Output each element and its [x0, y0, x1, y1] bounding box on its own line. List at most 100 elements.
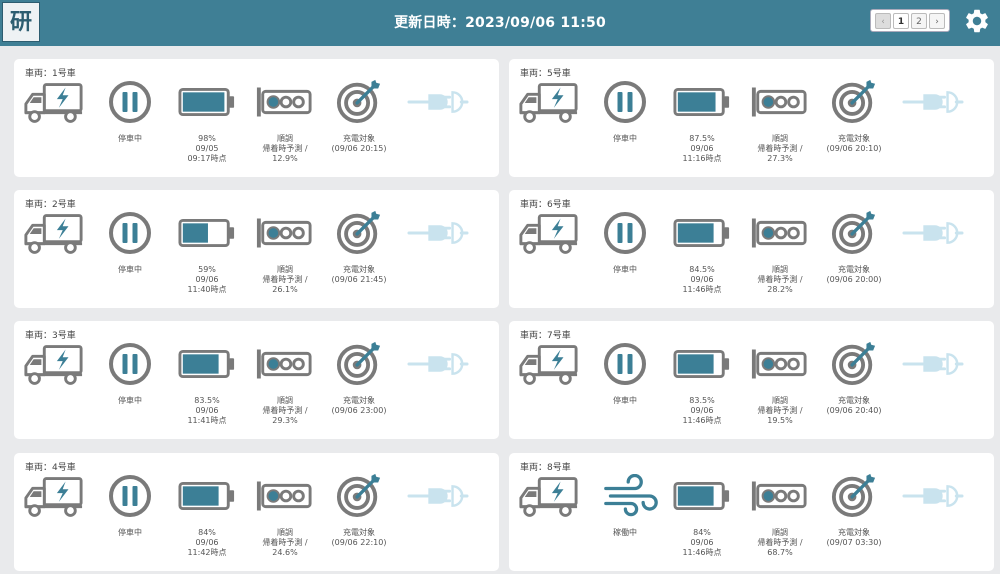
battery-percent: 98%: [198, 134, 216, 143]
forecast-status: 順調: [772, 396, 788, 405]
battery-date: 09/06: [690, 538, 714, 547]
traffic-signal-icon: [255, 85, 313, 123]
forecast-value: 12.9%: [272, 154, 298, 163]
charge-target-label: 充電対象: [343, 528, 375, 537]
truck-charging-icon: [517, 212, 579, 260]
battery-time: 11:46時点: [682, 416, 722, 425]
forecast-sub: 帰着時予測 /: [757, 406, 803, 415]
charge-target-info: 充電対象 (09/06 20:40): [814, 396, 894, 416]
gear-icon[interactable]: [963, 7, 991, 35]
vehicle-card[interactable]: 車両：4号車 停車中 84% 09/06 11:42時点 順調 帰着時予測 / …: [14, 453, 499, 571]
forecast-sub: 帰着時予測 /: [757, 538, 803, 547]
forecast-info: 順調 帰着時予測 / 29.3%: [247, 396, 323, 426]
target-icon: [336, 472, 382, 522]
battery-info: 84% 09/06 11:42時点: [172, 528, 242, 558]
vehicle-card[interactable]: 車両：8号車 稼働中 84% 09/06 11:46時点 順調 帰着時予測 / …: [509, 453, 994, 571]
forecast-status: 順調: [277, 396, 293, 405]
vehicle-name: 車両：5号車: [520, 69, 571, 79]
battery-icon: [673, 481, 731, 515]
battery-icon: [178, 87, 236, 121]
charge-target-time: (09/06 20:00): [826, 275, 882, 284]
truck-charging-icon: [22, 81, 84, 129]
battery-icon: [673, 87, 731, 121]
battery-info: 87.5% 09/06 11:16時点: [667, 134, 737, 164]
forecast-sub: 帰着時予測 /: [262, 406, 308, 415]
target-icon: [336, 340, 382, 390]
forecast-info: 順調 帰着時予測 / 24.6%: [247, 528, 323, 558]
traffic-signal-icon: [255, 479, 313, 517]
vehicle-card[interactable]: 車両：1号車 停車中 98% 09/05 09:17時点 順調 帰着時予測 / …: [14, 59, 499, 177]
battery-info: 84.5% 09/06 11:46時点: [667, 265, 737, 295]
battery-info: 59% 09/06 11:40時点: [172, 265, 242, 295]
vehicle-name: 車両：2号車: [25, 200, 76, 210]
charge-target-info: 充電対象 (09/07 03:30): [814, 528, 894, 548]
truck-charging-icon: [22, 475, 84, 523]
vehicle-name: 車両：4号車: [25, 463, 76, 473]
target-icon: [831, 209, 877, 259]
forecast-value: 27.3%: [767, 154, 793, 163]
forecast-sub: 帰着時予測 /: [262, 275, 308, 284]
charge-target-label: 充電対象: [838, 528, 870, 537]
battery-percent: 84.5%: [689, 265, 715, 274]
battery-icon: [178, 349, 236, 383]
traffic-signal-icon: [255, 216, 313, 254]
battery-icon: [673, 218, 731, 252]
vehicle-card[interactable]: 車両：7号車 停車中 83.5% 09/06 11:46時点 順調 帰着時予測 …: [509, 321, 994, 439]
plug-icon: [902, 352, 964, 380]
vehicle-status-label: 停車中: [118, 528, 142, 537]
page-title: 更新日時：2023/09/06 11:50: [394, 15, 606, 31]
charge-target-label: 充電対象: [343, 134, 375, 143]
truck-charging-icon: [517, 343, 579, 391]
battery-info: 83.5% 09/06 11:46時点: [667, 396, 737, 426]
forecast-info: 順調 帰着時予測 / 26.1%: [247, 265, 323, 295]
plug-icon: [407, 352, 469, 380]
vehicle-card[interactable]: 車両：2号車 停車中 59% 09/06 11:40時点 順調 帰着時予測 / …: [14, 190, 499, 308]
pause-icon: [603, 211, 647, 259]
forecast-sub: 帰着時予測 /: [757, 275, 803, 284]
battery-info: 98% 09/05 09:17時点: [172, 134, 242, 164]
battery-percent: 84%: [693, 528, 711, 537]
truck-charging-icon: [22, 212, 84, 260]
pause-icon: [108, 474, 152, 522]
forecast-info: 順調 帰着時予測 / 19.5%: [742, 396, 818, 426]
vehicle-name: 車両：1号車: [25, 69, 76, 79]
charge-target-time: (09/06 21:45): [331, 275, 387, 284]
vehicle-card[interactable]: 車両：5号車 停車中 87.5% 09/06 11:16時点 順調 帰着時予測 …: [509, 59, 994, 177]
traffic-signal-icon: [750, 347, 808, 385]
battery-date: 09/06: [195, 275, 219, 284]
target-icon: [831, 472, 877, 522]
forecast-info: 順調 帰着時予測 / 68.7%: [742, 528, 818, 558]
forecast-value: 19.5%: [767, 416, 793, 425]
charge-target-label: 充電対象: [838, 134, 870, 143]
pause-icon: [108, 211, 152, 259]
battery-time: 11:46時点: [682, 285, 722, 294]
page-2-button[interactable]: 2: [911, 12, 927, 29]
forecast-sub: 帰着時予測 /: [262, 144, 308, 153]
vehicle-name: 車両：6号車: [520, 200, 571, 210]
forecast-status: 順調: [277, 528, 293, 537]
vehicle-card[interactable]: 車両：3号車 停車中 83.5% 09/06 11:41時点 順調 帰着時予測 …: [14, 321, 499, 439]
wind-icon: [603, 473, 659, 522]
battery-percent: 59%: [198, 265, 216, 274]
target-icon: [831, 78, 877, 128]
charge-target-label: 充電対象: [838, 265, 870, 274]
battery-icon: [178, 481, 236, 515]
vehicle-name: 車両：8号車: [520, 463, 571, 473]
battery-time: 11:46時点: [682, 548, 722, 557]
app-header: 研 更新日時：2023/09/06 11:50 ‹ 1 2 ›: [0, 0, 1000, 46]
battery-time: 09:17時点: [187, 154, 227, 163]
target-icon: [831, 340, 877, 390]
traffic-signal-icon: [750, 216, 808, 254]
forecast-info: 順調 帰着時予測 / 28.2%: [742, 265, 818, 295]
prev-page-button[interactable]: ‹: [875, 12, 891, 29]
target-icon: [336, 209, 382, 259]
page-1-button[interactable]: 1: [893, 12, 909, 29]
plug-icon: [407, 221, 469, 249]
battery-date: 09/06: [690, 275, 714, 284]
forecast-sub: 帰着時予測 /: [757, 144, 803, 153]
next-page-button[interactable]: ›: [929, 12, 945, 29]
vehicle-status-label: 停車中: [118, 265, 142, 274]
pause-icon: [603, 342, 647, 390]
charge-target-time: (09/06 20:40): [826, 406, 882, 415]
vehicle-card[interactable]: 車両：6号車 停車中 84.5% 09/06 11:46時点 順調 帰着時予測 …: [509, 190, 994, 308]
